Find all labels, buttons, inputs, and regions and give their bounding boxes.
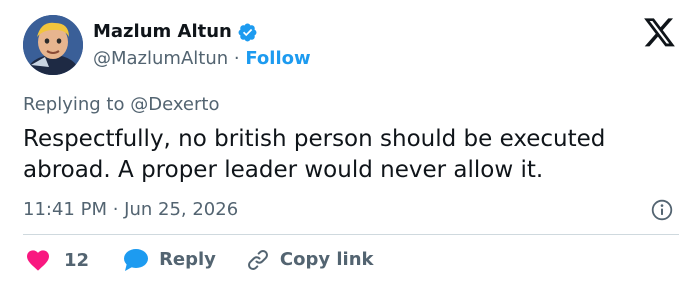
replying-prefix: Replying to [23,94,125,115]
author-name-row: Mazlum Altun [93,20,258,44]
reply-label: Reply [159,249,216,270]
x-logo-icon[interactable] [644,18,676,48]
copy-link-button[interactable]: Copy link [246,248,374,272]
tweet-timestamp[interactable]: 11:41 PM · Jun 25, 2026 [23,198,238,222]
follow-button[interactable]: Follow [245,48,310,69]
author-handle-row: @MazlumAltun · Follow [93,47,311,71]
replying-to: Replying to @Dexerto [23,93,219,117]
link-icon [247,250,268,270]
avatar[interactable] [23,15,83,75]
like-button[interactable]: 12 [26,249,89,271]
handle-separator: · [233,48,240,69]
tweet-text: Respectfully, no british person should b… [23,126,606,183]
tweet-actions: 12 Reply Copy link [23,246,374,274]
author-handle[interactable]: @MazlumAltun [93,48,228,69]
divider [23,234,679,235]
replying-mention-link[interactable]: @Dexerto [130,94,219,115]
copy-link-label: Copy link [279,249,374,270]
info-icon[interactable] [651,199,673,221]
reply-bubble-icon [124,249,149,271]
reply-button[interactable]: Reply [123,248,216,272]
author-display-name[interactable]: Mazlum Altun [93,20,232,44]
avatar-character-icon [23,15,83,75]
heart-icon [27,250,49,271]
verified-badge-icon [237,22,258,43]
like-count: 12 [64,249,90,271]
